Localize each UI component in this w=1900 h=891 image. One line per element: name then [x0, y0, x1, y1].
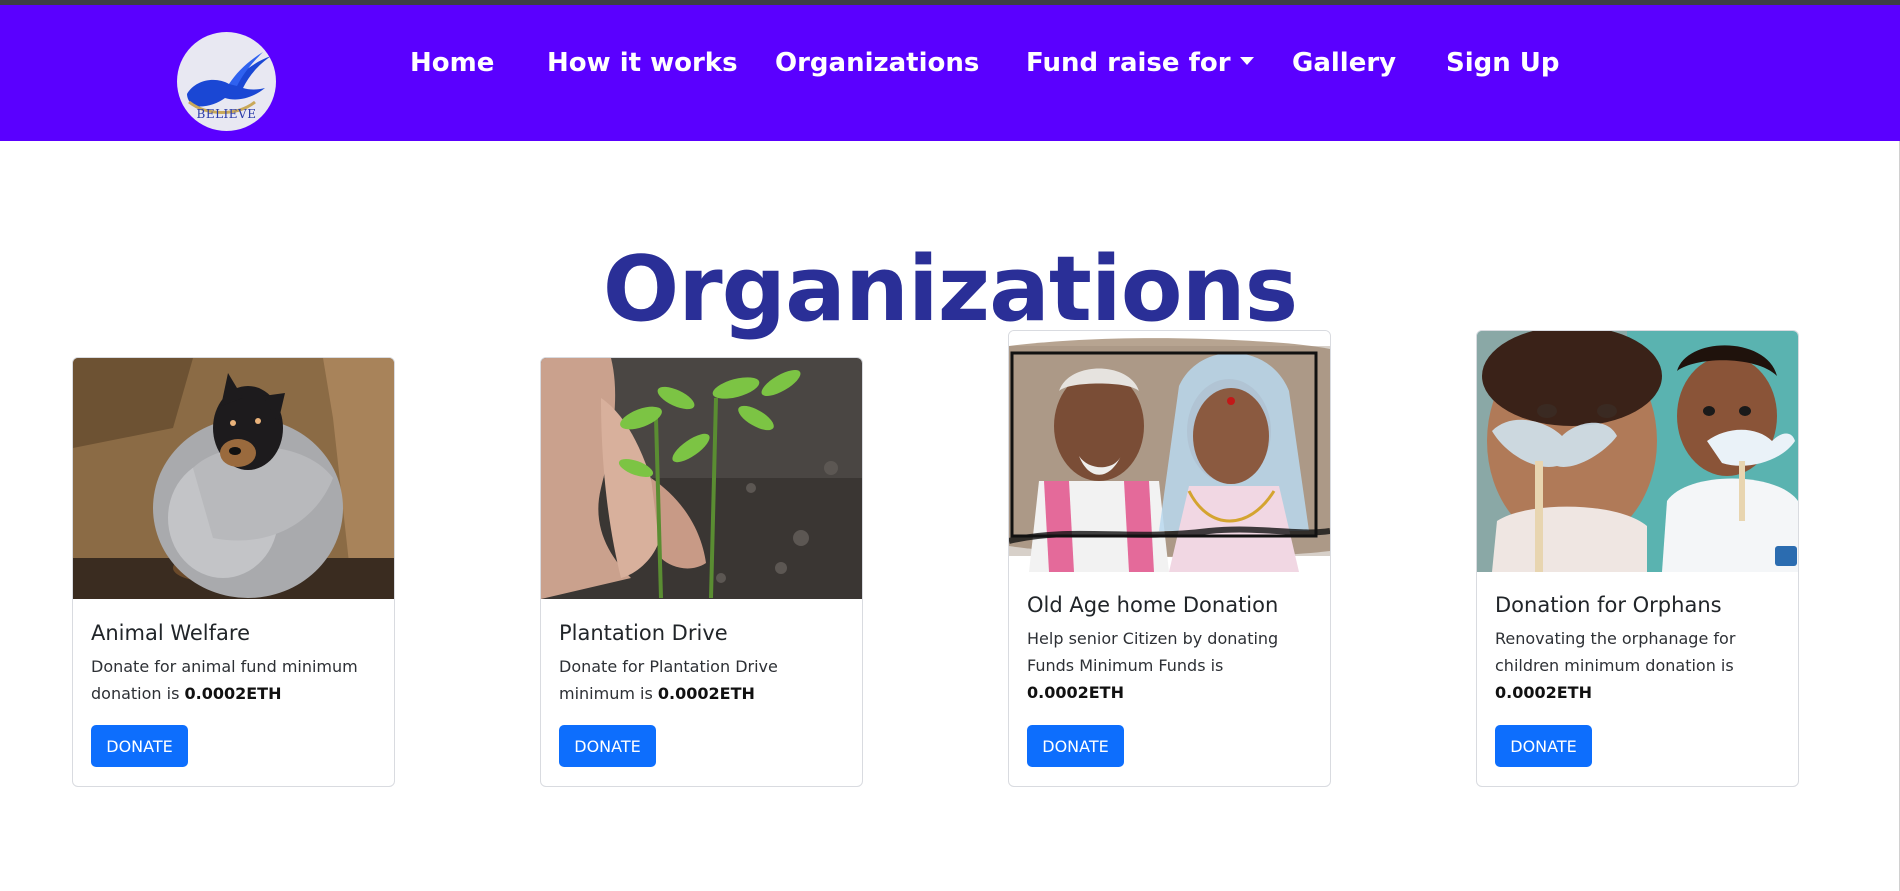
navbar: BELIEVE Home How it works Organizations …: [0, 5, 1900, 141]
brand-logo[interactable]: BELIEVE: [177, 32, 276, 131]
card-text: Donate for Plantation Drive minimum is 0…: [559, 653, 849, 707]
logo-text: BELIEVE: [196, 107, 257, 121]
card-orphans: Donation for Orphans Renovating the orph…: [1476, 330, 1799, 787]
card-description: Help senior Citizen by donating Funds Mi…: [1027, 629, 1279, 675]
card-title: Old Age home Donation: [1027, 593, 1279, 617]
card-title: Donation for Orphans: [1495, 593, 1722, 617]
card-description: Renovating the orphanage for children mi…: [1495, 629, 1736, 675]
nav-home[interactable]: Home: [410, 43, 494, 83]
nav-fund-raise-for[interactable]: Fund raise for: [1026, 43, 1254, 83]
donate-button[interactable]: DONATE: [1027, 725, 1124, 767]
donate-button[interactable]: DONATE: [1495, 725, 1592, 767]
card-text: Renovating the orphanage for children mi…: [1495, 625, 1785, 706]
card-image-planting: [541, 358, 862, 599]
donate-button[interactable]: DONATE: [91, 725, 188, 767]
caret-down-icon: [1239, 56, 1254, 65]
card-text: Donate for animal fund minimum donation …: [91, 653, 381, 707]
nav-fund-raise-for-label: Fund raise for: [1026, 48, 1231, 78]
nav-gallery[interactable]: Gallery: [1292, 43, 1396, 83]
card-title: Animal Welfare: [91, 621, 250, 645]
nav-organizations[interactable]: Organizations: [775, 43, 979, 83]
nav-sign-up[interactable]: Sign Up: [1446, 43, 1560, 83]
card-amount: 0.0002ETH: [184, 684, 282, 703]
card-image-elderly: [1009, 331, 1330, 572]
card-image-puppy: [73, 358, 394, 599]
card-amount: 0.0002ETH: [1027, 683, 1124, 702]
donate-button[interactable]: DONATE: [559, 725, 656, 767]
card-title: Plantation Drive: [559, 621, 728, 645]
card-old-age-home: Old Age home Donation Help senior Citize…: [1008, 330, 1331, 787]
card-amount: 0.0002ETH: [657, 684, 755, 703]
nav-how-it-works[interactable]: How it works: [547, 43, 738, 83]
card-plantation-drive: Plantation Drive Donate for Plantation D…: [540, 357, 863, 787]
card-text: Help senior Citizen by donating Funds Mi…: [1027, 625, 1317, 706]
card-animal-welfare: Animal Welfare Donate for animal fund mi…: [72, 357, 395, 787]
card-amount: 0.0002ETH: [1495, 683, 1592, 702]
card-image-children: [1477, 331, 1798, 572]
